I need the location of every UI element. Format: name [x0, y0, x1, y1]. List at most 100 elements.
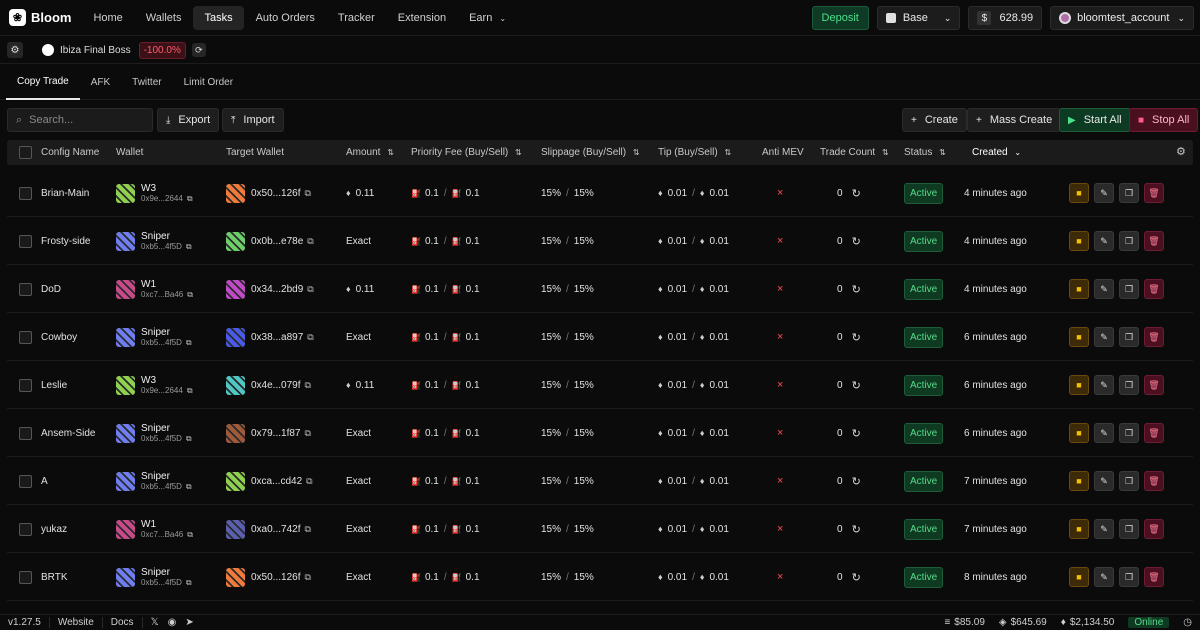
duplicate-button[interactable]: ❐ [1119, 519, 1139, 539]
delete-button[interactable]: 🗑 [1144, 231, 1164, 251]
refresh-icon[interactable]: ↻ [852, 235, 861, 248]
header-tip[interactable]: Tip (Buy/Sell) ⇅ [658, 147, 731, 158]
delete-button[interactable]: 🗑 [1144, 183, 1164, 203]
table-row[interactable]: Frosty-side Sniper 0xb5...4f5D ⧉ 0x0b...e… [7, 217, 1193, 265]
account-menu[interactable]: bloomtest_account ⌄ [1050, 6, 1194, 30]
telegram-icon[interactable]: ➤ [185, 617, 193, 628]
target-wallet-cell[interactable]: 0xa0...742f ⧉ [226, 505, 311, 553]
refresh-icon[interactable]: ↻ [852, 427, 861, 440]
copy-icon[interactable]: ⧉ [304, 188, 310, 199]
row-checkbox[interactable] [19, 570, 32, 584]
chain-selector[interactable]: Base ⌄ [876, 6, 961, 30]
duplicate-button[interactable]: ❐ [1119, 183, 1139, 203]
copy-icon[interactable]: ⧉ [186, 338, 192, 348]
row-checkbox[interactable] [19, 330, 32, 344]
nav-item-home[interactable]: Home [82, 6, 133, 30]
preset-info[interactable]: Ibiza Final Boss -100.0% ⟳ [42, 41, 206, 59]
copy-icon[interactable]: ⧉ [186, 482, 192, 492]
header-trade-count[interactable]: Trade Count ⇅ [820, 147, 889, 158]
wallet-cell[interactable]: W1 0xc7...Ba46 ⧉ [116, 265, 193, 313]
header-created[interactable]: Created ⌄ [972, 147, 1021, 158]
wallet-cell[interactable]: W3 0x9e...2644 ⧉ [116, 361, 193, 409]
refresh-icon[interactable]: ↻ [852, 331, 861, 344]
target-wallet-cell[interactable]: 0x79...1f87 ⧉ [226, 409, 311, 457]
header-status[interactable]: Status ⇅ [904, 147, 946, 158]
copy-icon[interactable]: ⧉ [307, 284, 313, 295]
wallet-cell[interactable]: Sniper 0xb5...4f5D ⧉ [116, 313, 192, 361]
pause-button[interactable]: ■ [1069, 519, 1089, 539]
wallet-cell[interactable]: Sniper 0xb5...4f5D ⧉ [116, 217, 192, 265]
copy-icon[interactable]: ⧉ [186, 242, 192, 252]
wallet-cell[interactable]: Sniper 0xb5...4f5D ⧉ [116, 409, 192, 457]
target-wallet-cell[interactable]: 0x0b...e78e ⧉ [226, 217, 314, 265]
delete-button[interactable]: 🗑 [1144, 423, 1164, 443]
edit-button[interactable]: ✎ [1094, 231, 1114, 251]
header-slippage[interactable]: Slippage (Buy/Sell) ⇅ [541, 147, 640, 158]
pause-button[interactable]: ■ [1069, 423, 1089, 443]
wallet-cell[interactable]: Sniper 0xb5...4f5D ⧉ [116, 553, 192, 601]
target-wallet-cell[interactable]: 0x4e...079f ⧉ [226, 361, 311, 409]
duplicate-button[interactable]: ❐ [1119, 327, 1139, 347]
table-row[interactable]: yukaz W1 0xc7...Ba46⧉ 0xa0...742f ⧉ ♦ Ex… [7, 505, 1193, 553]
table-row[interactable]: A Sniper 0xb5...4f5D ⧉ 0xca...cd42 ⧉ ♦ Ex… [7, 457, 1193, 505]
pause-button[interactable]: ■ [1069, 183, 1089, 203]
copy-icon[interactable]: ⧉ [306, 476, 312, 487]
edit-button[interactable]: ✎ [1094, 375, 1114, 395]
target-wallet-cell[interactable]: 0x34...2bd9 ⧉ [226, 265, 314, 313]
duplicate-button[interactable]: ❐ [1119, 375, 1139, 395]
website-link[interactable]: Website [50, 616, 103, 628]
edit-button[interactable]: ✎ [1094, 183, 1114, 203]
table-row[interactable]: Cowboy Sniper 0xb5...4f5D ⧉ 0x38...a897 ⧉… [7, 313, 1193, 361]
x-twitter-icon[interactable]: 𝕏 [151, 617, 159, 628]
copy-icon[interactable]: ⧉ [187, 290, 193, 300]
delete-button[interactable]: 🗑 [1144, 327, 1164, 347]
table-row[interactable]: Leslie W3 0x9e...2644 ⧉ 0x4e...079f ⧉ ♦ 0… [7, 361, 1193, 409]
docs-link[interactable]: Docs [103, 616, 143, 628]
copy-icon[interactable]: ⧉ [304, 380, 310, 391]
import-button[interactable]: ⤒ Import [222, 108, 284, 132]
duplicate-button[interactable]: ❐ [1119, 279, 1139, 299]
balance-display[interactable]: $ 628.99 [968, 6, 1043, 30]
duplicate-button[interactable]: ❐ [1119, 471, 1139, 491]
refresh-icon[interactable]: ↻ [852, 379, 861, 392]
row-checkbox[interactable] [19, 378, 32, 392]
row-checkbox[interactable] [19, 474, 32, 488]
tab-copy-trade[interactable]: Copy Trade [6, 65, 80, 100]
delete-button[interactable]: 🗑 [1144, 375, 1164, 395]
table-row[interactable]: BRTK Sniper 0xb5...4f5D ⧉ 0x50...126f ⧉ ♦… [7, 553, 1193, 601]
nav-item-auto-orders[interactable]: Auto Orders [245, 6, 326, 30]
search-box[interactable]: ⌕ [7, 108, 153, 132]
discord-icon[interactable]: ◉ [168, 617, 177, 628]
copy-icon[interactable]: ⧉ [187, 194, 193, 204]
delete-button[interactable]: 🗑 [1144, 471, 1164, 491]
search-input[interactable] [29, 114, 140, 126]
mass-create-button[interactable]: + Mass Create [967, 108, 1062, 132]
edit-button[interactable]: ✎ [1094, 519, 1114, 539]
edit-button[interactable]: ✎ [1094, 471, 1114, 491]
refresh-icon[interactable]: ↻ [852, 523, 861, 536]
edit-button[interactable]: ✎ [1094, 327, 1114, 347]
target-wallet-cell[interactable]: 0x50...126f ⧉ [226, 553, 311, 601]
edit-button[interactable]: ✎ [1094, 567, 1114, 587]
tab-afk[interactable]: AFK [80, 65, 121, 100]
copy-icon[interactable]: ⧉ [187, 530, 193, 540]
wallet-cell[interactable]: W3 0x9e...2644 ⧉ [116, 169, 193, 217]
wallet-cell[interactable]: W1 0xc7...Ba46 ⧉ [116, 505, 193, 553]
nav-item-tracker[interactable]: Tracker [327, 6, 386, 30]
export-button[interactable]: ⤓ Export [157, 108, 220, 132]
refresh-icon[interactable]: ↻ [852, 475, 861, 488]
table-row[interactable]: Ansem-Side Sniper 0xb5...4f5D ⧉ 0x79...1f… [7, 409, 1193, 457]
target-wallet-cell[interactable]: 0x50...126f ⧉ [226, 169, 311, 217]
table-row[interactable]: DoD W1 0xc7...Ba46 ⧉ 0x34...2bd9 ⧉ ♦ 0.11… [7, 265, 1193, 313]
nav-item-earn[interactable]: Earn ⌄ [458, 6, 517, 30]
column-settings-gear-icon[interactable]: ⚙ [1176, 145, 1186, 158]
pause-button[interactable]: ■ [1069, 231, 1089, 251]
target-wallet-cell[interactable]: 0x38...a897 ⧉ [226, 313, 314, 361]
pause-button[interactable]: ■ [1069, 375, 1089, 395]
duplicate-button[interactable]: ❐ [1119, 567, 1139, 587]
copy-icon[interactable]: ⧉ [304, 572, 310, 583]
edit-button[interactable]: ✎ [1094, 279, 1114, 299]
stop-all-button[interactable]: ■ Stop All [1129, 108, 1199, 132]
copy-icon[interactable]: ⧉ [307, 236, 313, 247]
select-all-checkbox[interactable] [19, 146, 32, 159]
